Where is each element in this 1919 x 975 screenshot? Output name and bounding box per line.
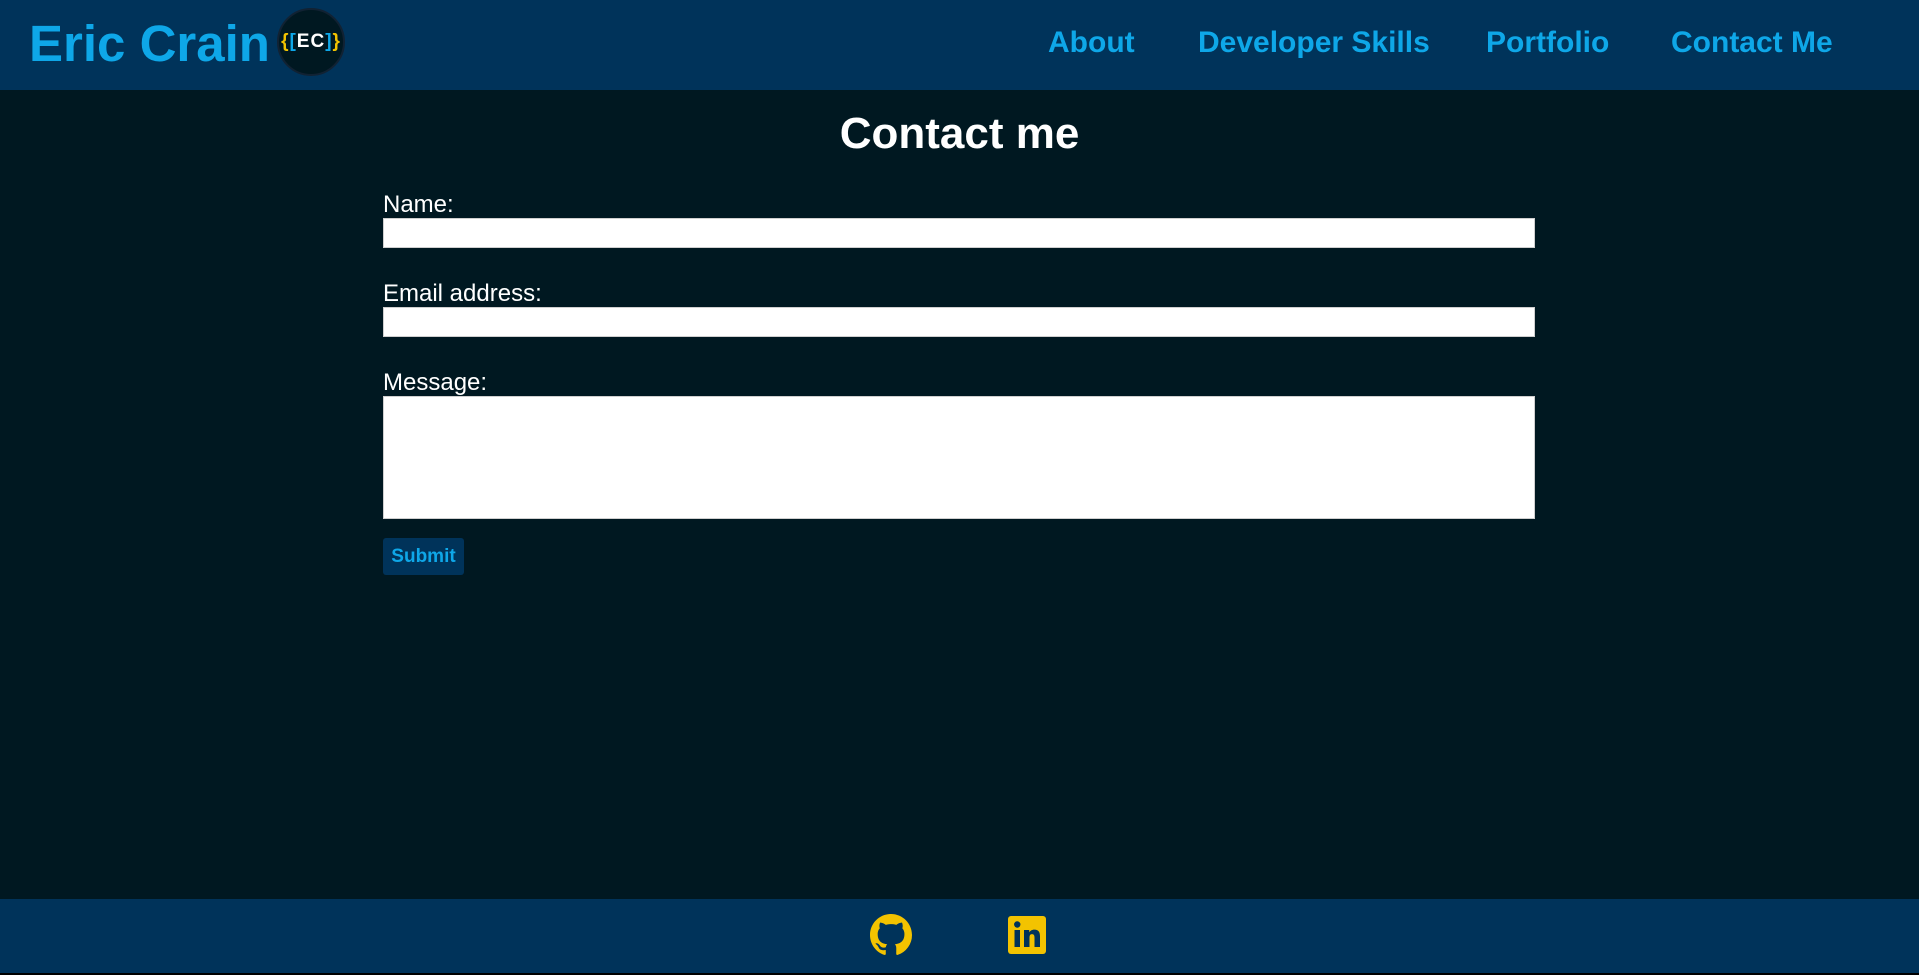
email-input[interactable] <box>383 307 1535 337</box>
site-footer <box>0 899 1919 975</box>
nav-about[interactable]: About <box>1048 25 1135 61</box>
nav-developer-skills[interactable]: Developer Skills <box>1198 25 1430 61</box>
linkedin-icon[interactable] <box>1006 914 1048 956</box>
ec-logo: {[EC]} <box>277 8 345 76</box>
nav-portfolio[interactable]: Portfolio <box>1486 25 1609 61</box>
site-header: Eric Crain {[EC]} About Developer Skills… <box>0 0 1919 90</box>
message-label: Message: <box>383 369 488 396</box>
message-textarea[interactable] <box>383 396 1535 519</box>
brand-name[interactable]: Eric Crain <box>29 14 270 74</box>
name-label: Name: <box>383 191 454 218</box>
page-title: Contact me <box>839 109 1080 158</box>
submit-button[interactable]: Submit <box>383 538 464 575</box>
email-label: Email address: <box>383 280 542 307</box>
name-input[interactable] <box>383 218 1535 248</box>
nav-contact-me[interactable]: Contact Me <box>1671 25 1833 61</box>
github-icon[interactable] <box>870 914 912 956</box>
